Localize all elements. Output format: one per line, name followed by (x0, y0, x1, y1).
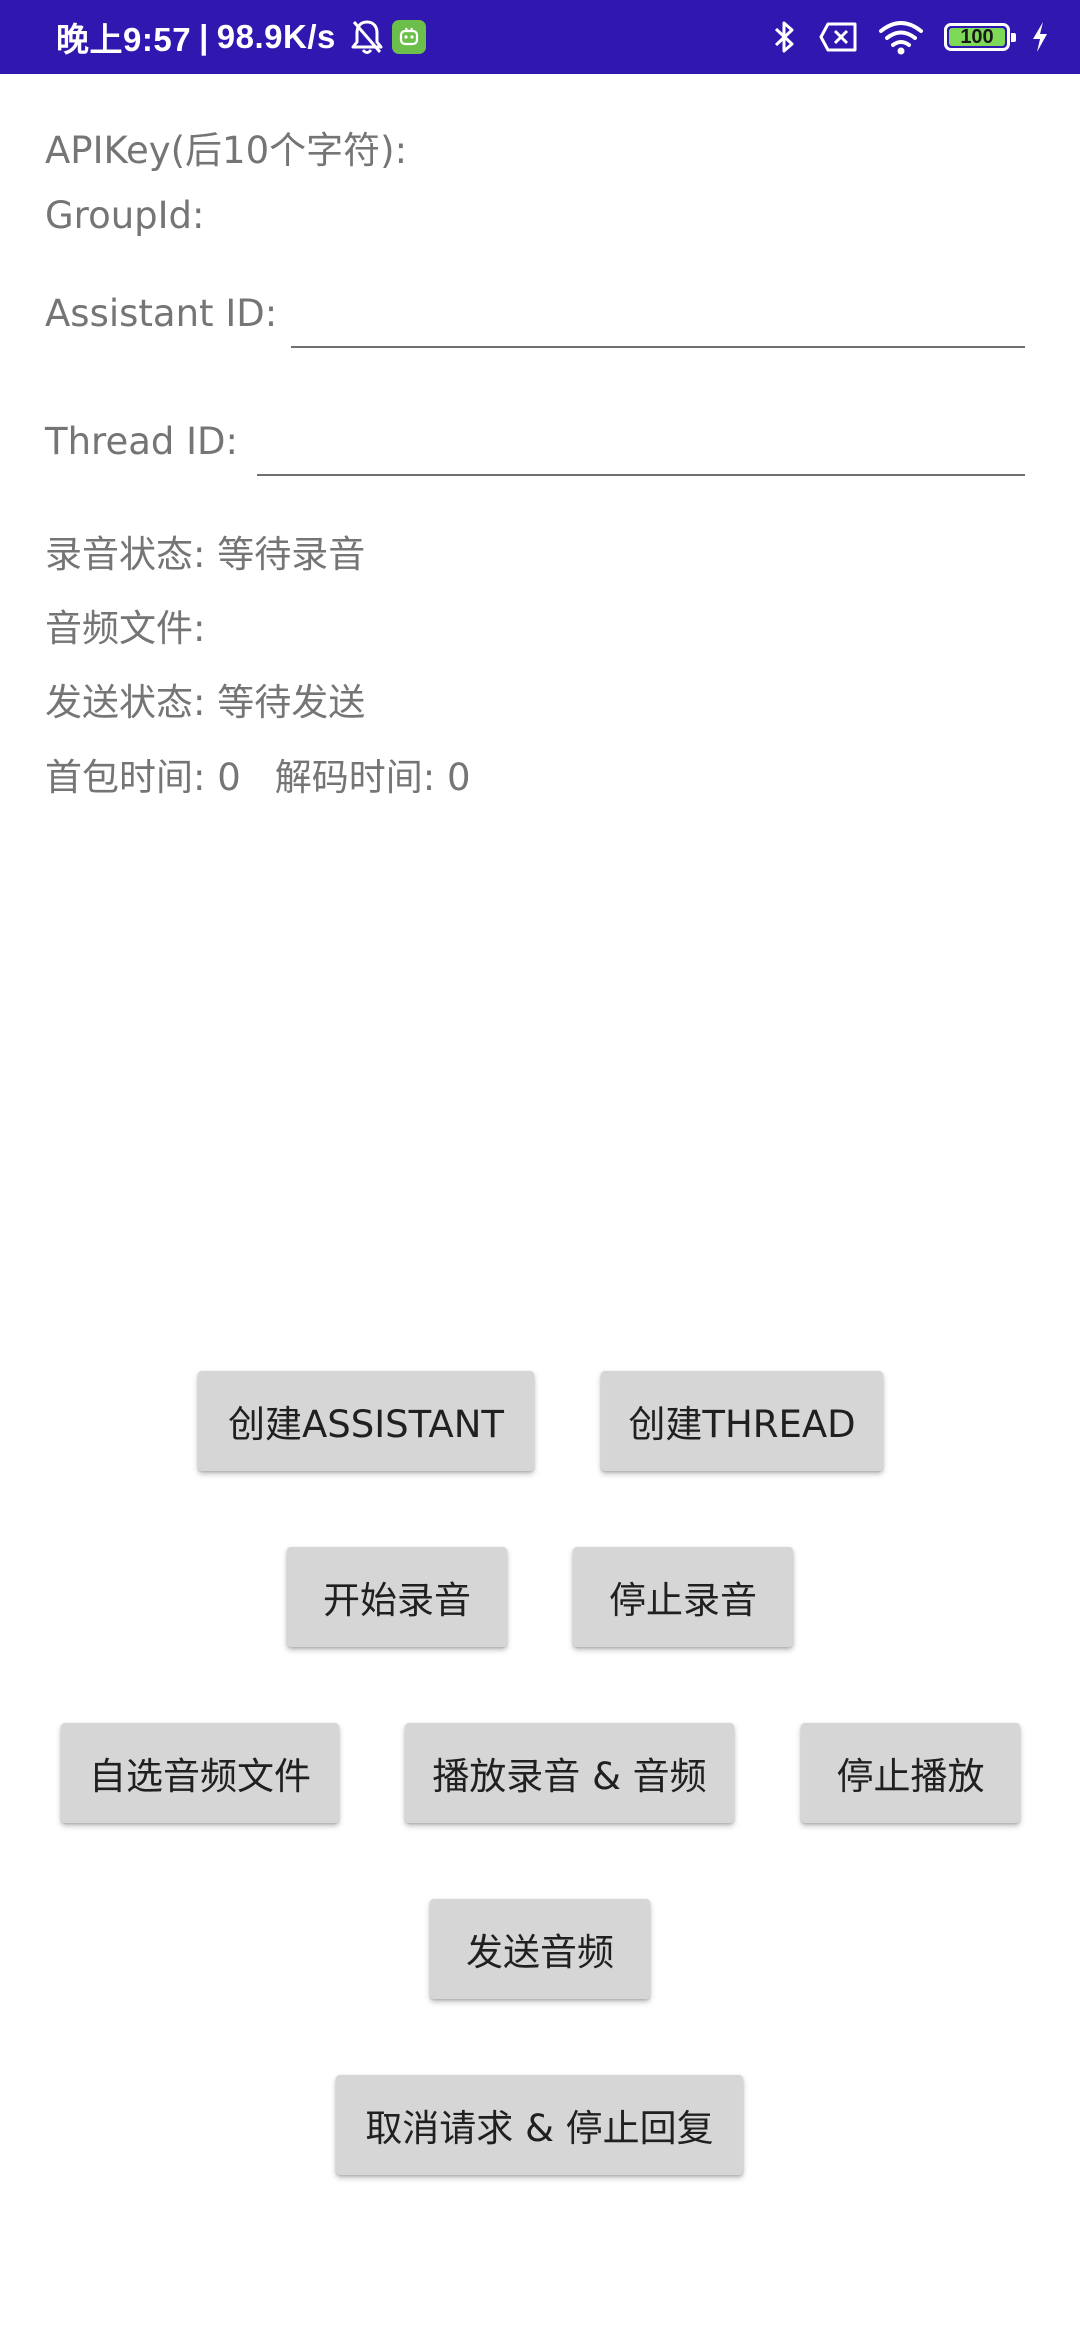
status-separator: | (199, 18, 209, 55)
bell-muted-icon (350, 18, 384, 56)
cancel-request-stop-reply-button[interactable]: 取消请求 & 停止回复 (336, 2075, 743, 2175)
network-speed: 98.9K/s (216, 18, 336, 55)
stop-recording-button[interactable]: 停止录音 (573, 1547, 793, 1647)
battery-icon: 100 (944, 23, 1016, 51)
battery-level: 100 (960, 25, 994, 48)
bluetooth-icon (772, 18, 798, 56)
send-status-text: 发送状态: 等待发送 (45, 681, 366, 724)
clock: 晚上9:57 (56, 21, 192, 58)
wifi-icon (878, 19, 924, 55)
app-notification-icon (391, 20, 426, 54)
charging-bolt-icon (1030, 20, 1050, 54)
stop-playback-button[interactable]: 停止播放 (801, 1723, 1020, 1823)
record-status-text: 录音状态: 等待录音 (45, 533, 366, 576)
assistant-id-label: Assistant ID: (45, 292, 278, 335)
send-audio-button[interactable]: 发送音频 (430, 1899, 650, 1999)
status-bar: 晚上9:57 | 98.9K/s 100 (0, 0, 1080, 74)
status-bar-right: 100 (772, 0, 1050, 74)
apikey-label: APIKey(后10个字符): (45, 129, 408, 172)
timing-row: 首包时间: 0 解码时间: 0 (45, 747, 471, 801)
audio-file-text: 音频文件: (45, 607, 206, 650)
groupid-label: GroupId: (45, 194, 205, 237)
create-thread-button[interactable]: 创建THREAD (601, 1371, 883, 1471)
status-bar-left: 晚上9:57 | 98.9K/s (56, 0, 426, 74)
thread-id-input[interactable] (257, 440, 1025, 476)
play-recording-audio-button[interactable]: 播放录音 & 音频 (405, 1723, 734, 1823)
first-packet-time: 首包时间: 0 (45, 756, 241, 799)
choose-audio-file-button[interactable]: 自选音频文件 (61, 1723, 339, 1823)
decode-time: 解码时间: 0 (274, 756, 471, 799)
sim-off-icon (818, 21, 858, 53)
assistant-id-input[interactable] (291, 312, 1025, 348)
create-assistant-button[interactable]: 创建ASSISTANT (198, 1371, 534, 1471)
thread-id-label: Thread ID: (45, 420, 239, 463)
start-recording-button[interactable]: 开始录音 (287, 1547, 507, 1647)
